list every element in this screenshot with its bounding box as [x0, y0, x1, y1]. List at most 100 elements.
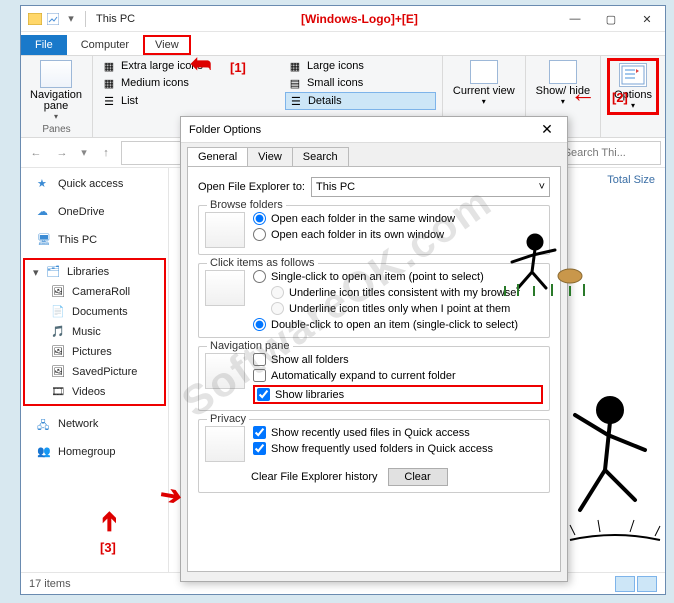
privacy-icon [205, 426, 245, 462]
current-view-icon [470, 60, 498, 84]
folder-icon: 🖼 [51, 285, 67, 299]
clear-button[interactable]: Clear [388, 468, 448, 486]
radio-double-click[interactable]: Double-click to open an item (single-cli… [253, 318, 543, 331]
forward-button[interactable]: → [51, 142, 73, 164]
check-show-libraries[interactable]: Show libraries [253, 385, 543, 404]
grid-icon: ▤ [287, 76, 303, 90]
tab-view[interactable]: View [143, 35, 191, 55]
music-icon: 🎵 [51, 325, 67, 339]
check-show-all-folders[interactable]: Show all folders [253, 353, 543, 366]
navigation-pane-button[interactable]: Navigation pane ▾ [27, 58, 85, 123]
current-view-button[interactable]: Current view ▾ [449, 58, 519, 108]
pictures-icon: 🖼 [51, 345, 67, 359]
grid-icon: ▦ [101, 59, 117, 73]
sidebar-item-onedrive[interactable]: ☁OneDrive [23, 202, 166, 222]
open-to-label: Open File Explorer to: [198, 181, 305, 193]
sidebar-item-this-pc[interactable]: 🖥This PC [23, 230, 166, 250]
up-button[interactable]: ↑ [95, 142, 117, 164]
stick-figure-falling [560, 380, 670, 560]
radio-underline-point: Underline icon titles only when I point … [253, 302, 543, 315]
navigation-tree: ★Quick access ☁OneDrive 🖥This PC ▾🗂Libra… [21, 168, 169, 572]
layout-list[interactable]: ☰List [99, 92, 275, 110]
click-items-icon [205, 270, 245, 306]
column-total-size[interactable]: Total Size [607, 174, 655, 186]
maximize-button[interactable]: ▢ [593, 6, 629, 32]
layout-details[interactable]: ☰Details [285, 92, 436, 110]
recent-dropdown[interactable]: ▾ [77, 142, 91, 164]
check-recent-files[interactable]: Show recently used files in Quick access [253, 426, 543, 439]
sidebar-item-libraries[interactable]: ▾🗂Libraries [25, 262, 164, 282]
sidebar-item-network[interactable]: 🖧Network [23, 414, 166, 434]
sidebar-item-savedpictures[interactable]: 🖼SavedPicture [25, 362, 164, 382]
stick-figure-digging [500, 230, 590, 300]
thumbnails-view-toggle[interactable] [637, 576, 657, 592]
click-items-group: Click items as follows Single-click to o… [198, 263, 550, 338]
grid-icon: ▦ [287, 59, 303, 73]
window-controls: — ▢ ✕ [557, 6, 665, 32]
dialog-tab-search[interactable]: Search [292, 147, 349, 166]
check-auto-expand[interactable]: Automatically expand to current folder [253, 369, 543, 382]
options-button[interactable]: Options ▾ [607, 58, 659, 115]
layout-large[interactable]: ▦Large icons [285, 58, 436, 74]
sidebar-item-documents[interactable]: 📄Documents [25, 302, 164, 322]
chevron-down-icon: ˅ [539, 181, 545, 193]
dialog-tab-view[interactable]: View [247, 147, 293, 166]
navigation-pane-label: Navigation pane [30, 90, 82, 112]
dialog-tabs: General View Search [181, 143, 567, 166]
open-explorer-to-row: Open File Explorer to: This PC ˅ [198, 177, 550, 197]
separator [85, 11, 86, 27]
layout-medium[interactable]: ▦Medium icons [99, 75, 275, 91]
shortcut-annotation: [Windows-Logo]+[E] [301, 12, 418, 26]
tab-computer[interactable]: Computer [67, 35, 143, 55]
open-to-select[interactable]: This PC ˅ [311, 177, 550, 197]
options-icon [619, 63, 647, 87]
panes-group-label: Panes [27, 124, 86, 137]
grid-icon: ▦ [101, 76, 117, 90]
folder-options-dialog: Folder Options ✕ General View Search Ope… [180, 116, 568, 582]
title-bar: ▾ This PC [Windows-Logo]+[E] — ▢ ✕ [21, 6, 665, 32]
qat-dropdown-icon[interactable]: ▾ [63, 11, 79, 27]
pictures-icon: 🖼 [51, 365, 67, 379]
radio-same-window[interactable]: Open each folder in the same window [253, 212, 543, 225]
cloud-icon: ☁ [37, 205, 53, 219]
view-mode-toggles [615, 576, 657, 592]
layout-extra-large[interactable]: ▦Extra large icons [99, 58, 275, 74]
document-icon: 📄 [51, 305, 67, 319]
dialog-title-bar: Folder Options ✕ [181, 117, 567, 143]
show-hide-icon [549, 60, 577, 84]
minimize-button[interactable]: — [557, 6, 593, 32]
tab-file[interactable]: File [21, 35, 67, 55]
browse-folders-icon [205, 212, 245, 248]
dialog-title: Folder Options [189, 124, 261, 136]
sidebar-item-cameraroll[interactable]: 🖼CameraRoll [25, 282, 164, 302]
explorer-icon [27, 11, 43, 27]
star-icon: ★ [37, 177, 53, 191]
sidebar-item-homegroup[interactable]: 👥Homegroup [23, 442, 166, 462]
navigation-pane-icon [40, 60, 72, 88]
back-button[interactable]: ← [25, 142, 47, 164]
libraries-icon: 🗂 [46, 265, 62, 279]
sidebar-item-videos[interactable]: 🎞Videos [25, 382, 164, 402]
close-button[interactable]: ✕ [629, 6, 665, 32]
details-view-toggle[interactable] [615, 576, 635, 592]
properties-icon[interactable] [45, 11, 61, 27]
navigation-pane-group: Navigation pane Show all folders Automat… [198, 346, 550, 411]
navpane-group-icon [205, 353, 245, 389]
layout-gallery: ▦Extra large icons ▦Large icons ▦Medium … [99, 58, 436, 110]
show-hide-button[interactable]: Show/ hide ▾ [532, 58, 594, 108]
clear-history-label: Clear File Explorer history [251, 471, 378, 483]
dialog-close-button[interactable]: ✕ [535, 121, 559, 138]
search-placeholder: Search Thi... [564, 147, 626, 159]
check-frequent-folders[interactable]: Show frequently used folders in Quick ac… [253, 442, 543, 455]
homegroup-icon: 👥 [37, 445, 53, 459]
dialog-tab-general[interactable]: General [187, 147, 248, 166]
sidebar-item-music[interactable]: 🎵Music [25, 322, 164, 342]
video-icon: 🎞 [51, 385, 67, 399]
sidebar-item-pictures[interactable]: 🖼Pictures [25, 342, 164, 362]
layout-small[interactable]: ▤Small icons [285, 75, 436, 91]
chevron-down-icon: ▾ [482, 97, 486, 106]
network-icon: 🖧 [37, 417, 53, 431]
item-count: 17 items [29, 578, 71, 590]
sidebar-item-quick-access[interactable]: ★Quick access [23, 174, 166, 194]
privacy-group: Privacy Show recently used files in Quic… [198, 419, 550, 493]
